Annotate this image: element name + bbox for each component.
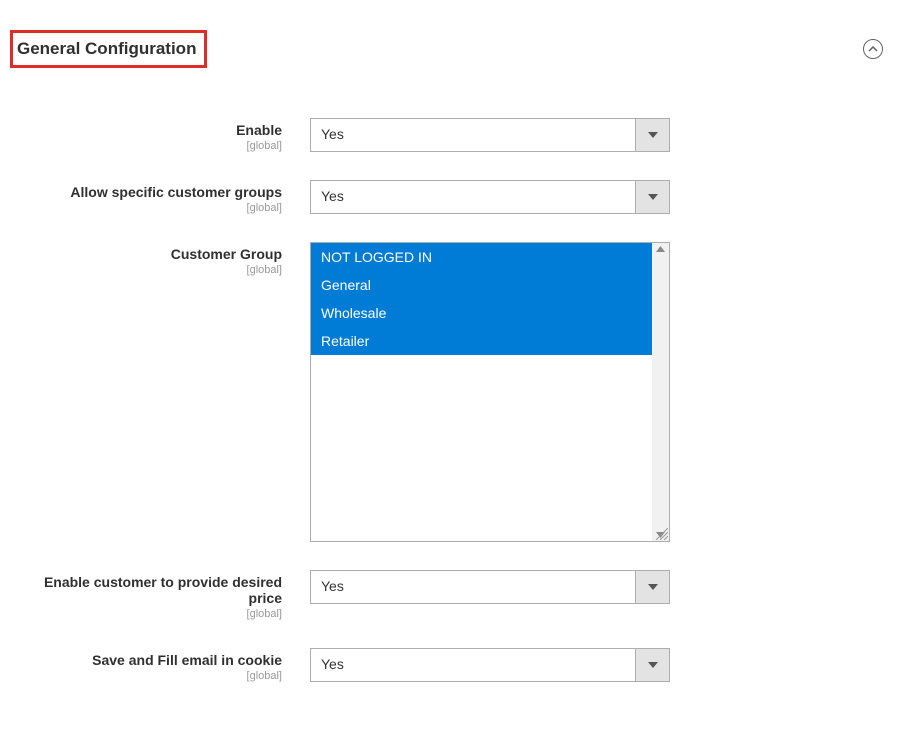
chevron-down-icon bbox=[635, 181, 669, 213]
section-title: General Configuration bbox=[10, 30, 207, 68]
enable-select-value: Yes bbox=[311, 119, 635, 151]
field-allow-groups: Allow specific customer groups [global] … bbox=[10, 180, 893, 214]
save-email-label: Save and Fill email in cookie bbox=[10, 652, 282, 668]
scroll-up-icon bbox=[656, 246, 665, 252]
enable-label: Enable bbox=[10, 122, 282, 138]
desired-price-label: Enable customer to provide desired price bbox=[10, 574, 282, 606]
resize-grip-icon[interactable] bbox=[656, 528, 668, 540]
enable-select[interactable]: Yes bbox=[310, 118, 670, 152]
chevron-down-icon bbox=[635, 571, 669, 603]
scope-label: [global] bbox=[10, 264, 282, 276]
customer-group-label: Customer Group bbox=[10, 246, 282, 262]
collapse-section-icon[interactable] bbox=[863, 39, 883, 59]
chevron-down-icon bbox=[635, 649, 669, 681]
multiselect-option[interactable]: Wholesale bbox=[311, 299, 652, 327]
multiselect-option[interactable]: NOT LOGGED IN bbox=[311, 243, 652, 271]
chevron-down-icon bbox=[635, 119, 669, 151]
multiselect-option[interactable]: General bbox=[311, 271, 652, 299]
allow-groups-label: Allow specific customer groups bbox=[10, 184, 282, 200]
general-configuration-section: General Configuration Enable [global] Ye… bbox=[0, 0, 903, 730]
section-header: General Configuration bbox=[10, 30, 893, 68]
field-desired-price: Enable customer to provide desired price… bbox=[10, 570, 893, 620]
allow-groups-select[interactable]: Yes bbox=[310, 180, 670, 214]
customer-group-multiselect[interactable]: NOT LOGGED IN General Wholesale Retailer bbox=[310, 242, 670, 542]
scope-label: [global] bbox=[10, 670, 282, 682]
scope-label: [global] bbox=[10, 202, 282, 214]
scope-label: [global] bbox=[10, 140, 282, 152]
desired-price-select-value: Yes bbox=[311, 571, 635, 603]
save-email-select-value: Yes bbox=[311, 649, 635, 681]
field-customer-group: Customer Group [global] NOT LOGGED IN Ge… bbox=[10, 242, 893, 542]
scope-label: [global] bbox=[10, 608, 282, 620]
field-save-email: Save and Fill email in cookie [global] Y… bbox=[10, 648, 893, 682]
scrollbar[interactable] bbox=[652, 243, 669, 541]
field-enable: Enable [global] Yes bbox=[10, 118, 893, 152]
multiselect-option[interactable]: Retailer bbox=[311, 327, 652, 355]
desired-price-select[interactable]: Yes bbox=[310, 570, 670, 604]
customer-group-list: NOT LOGGED IN General Wholesale Retailer bbox=[311, 243, 652, 541]
save-email-select[interactable]: Yes bbox=[310, 648, 670, 682]
allow-groups-select-value: Yes bbox=[311, 181, 635, 213]
